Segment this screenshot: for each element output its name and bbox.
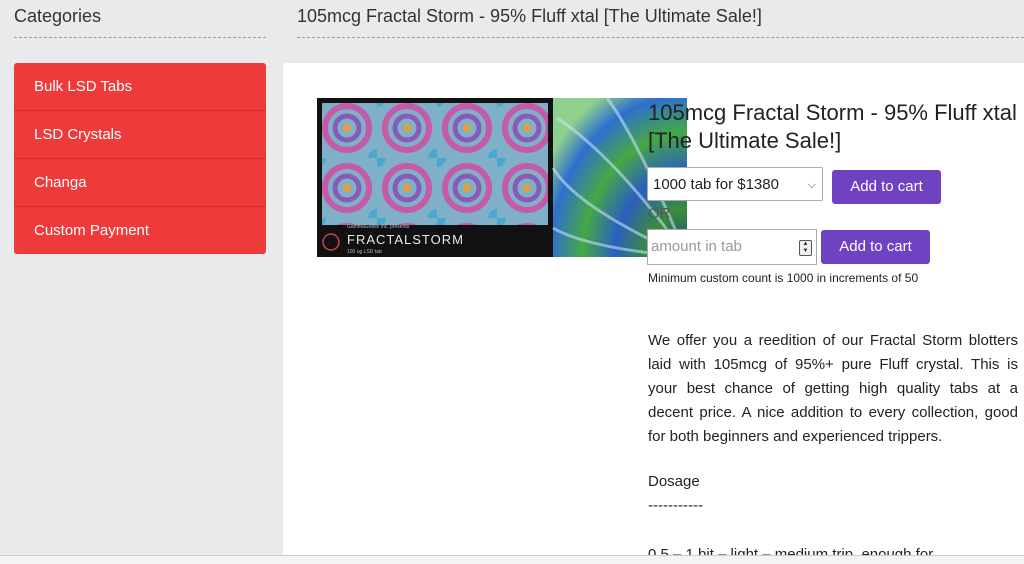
category-menu: Bulk LSD Tabs LSD Crystals Changa Custom… xyxy=(14,63,266,254)
image-sub-text: 100 ug LSD tab xyxy=(347,249,382,255)
product-heading: 105mcg Fractal Storm - 95% Fluff xtal [T… xyxy=(648,100,1017,153)
categories-divider xyxy=(14,37,266,38)
dosage-divider: ----------- xyxy=(648,497,703,514)
menu-item-bulk-lsd-tabs[interactable]: Bulk LSD Tabs xyxy=(14,63,266,111)
amount-input[interactable]: amount in tab ▲ ▼ xyxy=(647,229,817,265)
product-description: We offer you a reedition of our Fractal … xyxy=(648,332,1018,445)
add-to-cart-button[interactable]: Add to cart xyxy=(832,170,941,204)
amount-placeholder: amount in tab xyxy=(651,238,742,255)
spinner-icon[interactable]: ▲ ▼ xyxy=(799,240,812,256)
minimum-count-note: Minimum custom count is 1000 in incremen… xyxy=(648,271,919,285)
tab-quantity-select[interactable]: 1000 tab for $1380 ⌵ xyxy=(647,167,823,201)
menu-item-lsd-crystals[interactable]: LSD Crystals xyxy=(14,111,266,159)
menu-item-custom-payment[interactable]: Custom Payment xyxy=(14,207,266,254)
dosage-heading: Dosage xyxy=(648,473,700,490)
product-panel: GammaGoblin Inc. presents FRACTALSTORM 1… xyxy=(283,63,1024,563)
categories-title: Categories xyxy=(14,6,102,26)
image-presents-text: GammaGoblin Inc. presents xyxy=(347,224,410,230)
image-brand-text: FRACTALSTORM xyxy=(347,232,464,247)
page-title-divider xyxy=(297,37,1024,38)
page-title: 105mcg Fractal Storm - 95% Fluff xtal [T… xyxy=(297,6,762,26)
select-value: 1000 tab for $1380 xyxy=(653,176,779,193)
product-image[interactable]: GammaGoblin Inc. presents FRACTALSTORM 1… xyxy=(317,98,687,257)
menu-item-changa[interactable]: Changa xyxy=(14,159,266,207)
chevron-down-icon: ⌵ xyxy=(807,179,816,191)
add-custom-to-cart-button[interactable]: Add to cart xyxy=(821,230,930,264)
or-label: OR xyxy=(648,205,671,222)
